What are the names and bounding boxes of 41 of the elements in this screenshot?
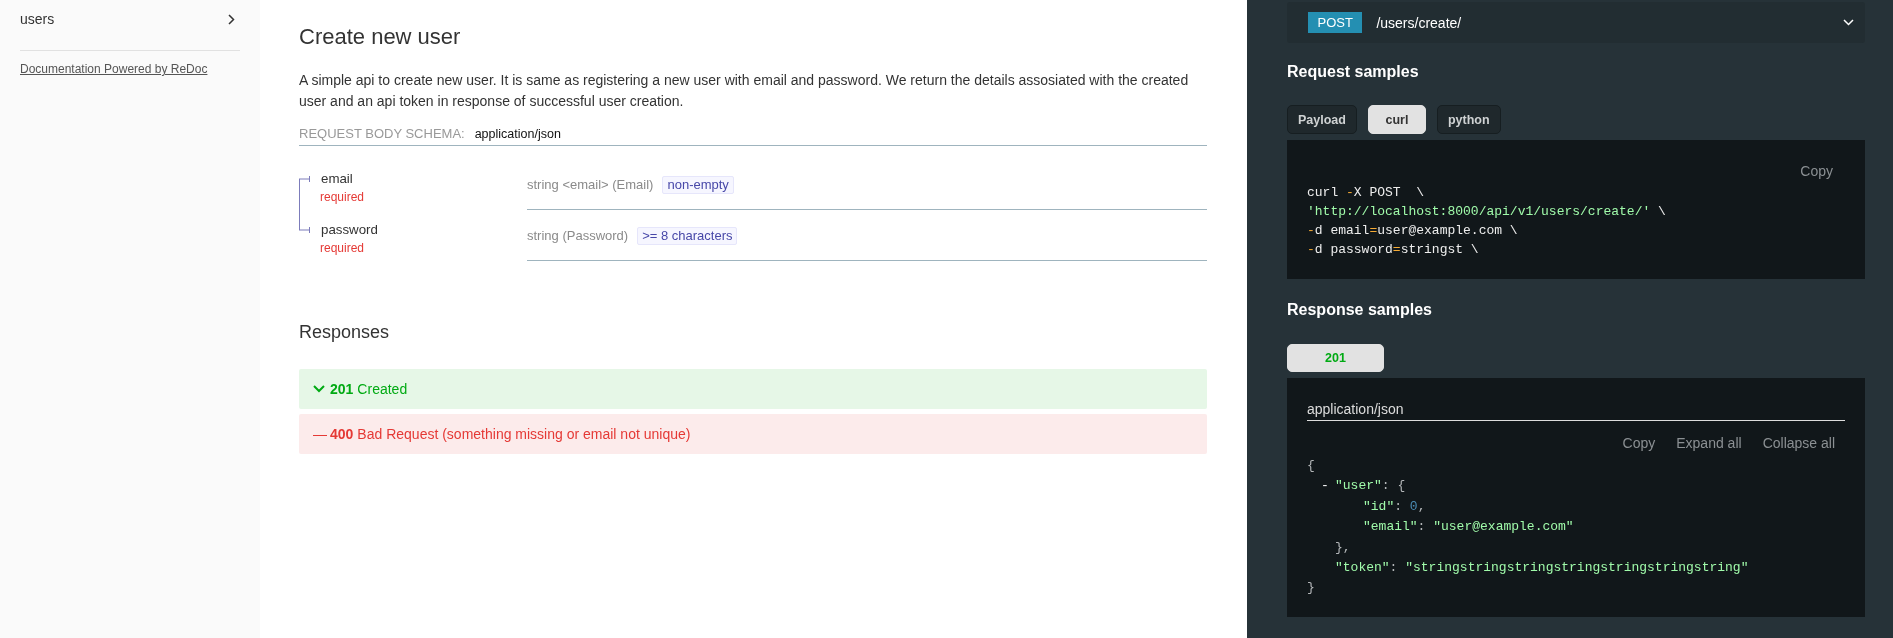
operation-description: A simple api to create new user. It is same as registering a new user with email and password. We return the details assosiated with the created user and an api token in response of successful user creation. [299,71,1190,111]
json-line: "id": 0, [1363,498,1426,514]
json-line: { [1307,458,1315,473]
chevron-down-icon [313,385,325,393]
field-name: email [321,170,353,188]
code-line: -d email=user@example.com \ [1307,222,1519,240]
response-toggle[interactable]: — 400 Bad Request (something missing or email not unique) [299,414,1207,454]
collapse-toggle[interactable]: - [1321,476,1335,497]
powered-by-link[interactable]: Documentation Powered by ReDoc [20,62,208,76]
collapse-all-button[interactable]: Collapse all [1762,433,1835,453]
responses-heading: Responses [299,321,391,343]
field-type: string <email> (Email) [527,177,654,192]
samples-heading: Request samples [1287,62,1420,82]
copy-button[interactable]: Copy [1622,433,1656,453]
copy-button[interactable]: Copy [1800,161,1833,181]
json-line: }, [1335,539,1351,555]
expand-all-button[interactable]: Expand all [1676,433,1742,453]
http-method-badge: POST [1308,12,1363,33]
required-label: required [320,240,365,256]
nav-item[interactable]: users [0,0,260,39]
schema-label: REQUEST BODY SCHEMA: [299,125,465,143]
constraint-badge: non-empty [662,176,734,194]
endpoint-toggle[interactable]: POST /users/create/ [1287,2,1865,43]
sample-tab[interactable]: python [1436,105,1501,134]
media-type-label: application/json [1307,399,1845,421]
json-line: } [1307,580,1315,596]
code-line: 'http://localhost:8000/api/v1/users/create/' \ [1307,203,1667,221]
media-type-label: application/json [474,126,561,143]
constraint-badge: >= 8 characters [637,227,738,245]
code-line: -d password=stringst \ [1307,241,1480,259]
field-type: string (Password) [527,228,629,243]
field-name: password [321,221,378,239]
samples-heading: Response samples [1287,300,1433,320]
code-line: curl -X POST \ [1307,184,1426,202]
sample-tab[interactable]: Payload [1287,105,1357,134]
json-line: "user": { [1335,478,1406,494]
json-line: "email": "user@example.com" [1363,519,1574,535]
required-label: required [320,189,365,205]
sample-tab[interactable]: curl [1367,105,1426,134]
json-line: "token": "stringstringstringstringstringstringstring" [1335,560,1749,576]
operation-title: Create new user [299,23,462,51]
